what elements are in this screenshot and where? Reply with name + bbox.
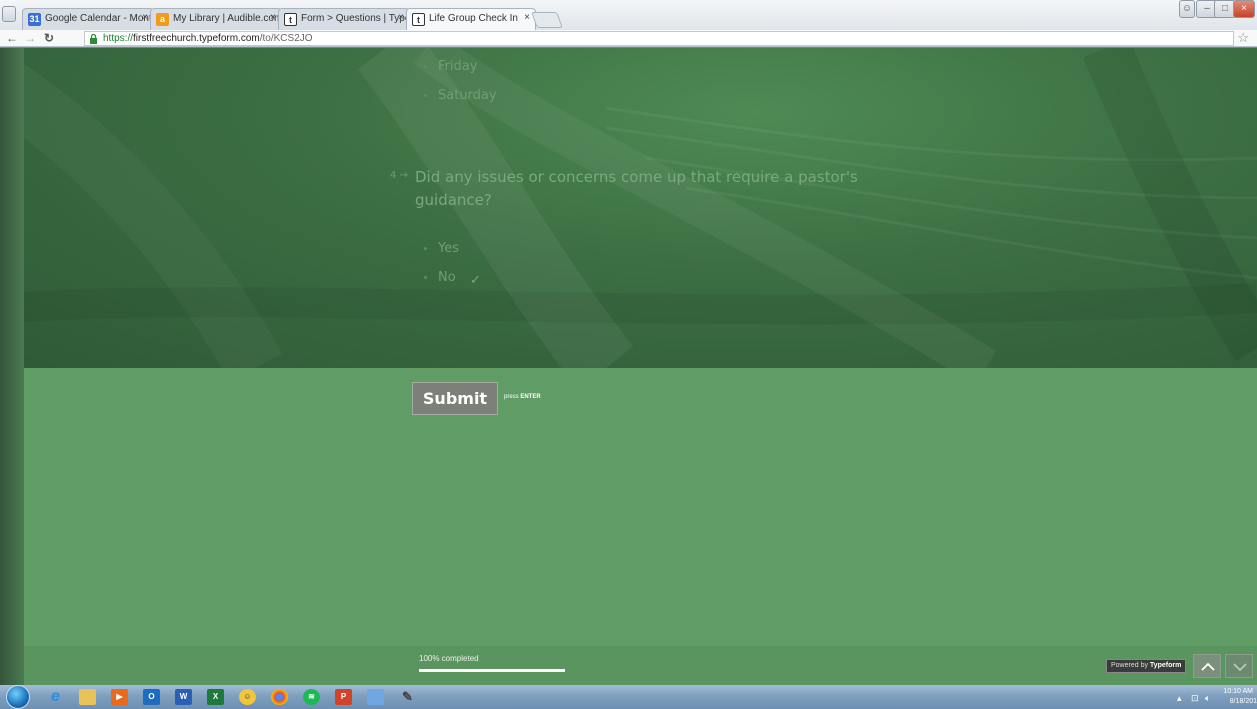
address-bar: ← → ↻ https://firstfreechurch.typeform.c… bbox=[0, 30, 1257, 47]
hint-key: ENTER bbox=[520, 394, 541, 400]
profile-icon[interactable]: ☺ bbox=[1179, 0, 1195, 18]
option-label: Friday bbox=[438, 59, 478, 74]
chevron-down-icon bbox=[1233, 663, 1247, 672]
left-edge-strip bbox=[0, 48, 24, 685]
lock-icon bbox=[90, 33, 97, 44]
bullet-icon bbox=[424, 247, 427, 250]
messenger-icon: ☺ bbox=[239, 689, 256, 705]
url-input[interactable]: https://firstfreechurch.typeform.com/to/… bbox=[84, 31, 1234, 46]
url-scheme: https:// bbox=[103, 33, 134, 44]
clock-date[interactable]: 8/18/201 bbox=[1230, 698, 1257, 705]
start-button[interactable] bbox=[6, 685, 30, 709]
question-number: 4 → bbox=[390, 170, 408, 181]
word-icon: W bbox=[175, 689, 192, 705]
taskbar-messenger[interactable]: ☺ bbox=[232, 687, 264, 707]
next-question-button[interactable] bbox=[1225, 654, 1253, 678]
taskbar-paint[interactable]: ✎ bbox=[392, 687, 424, 707]
close-icon[interactable]: × bbox=[524, 12, 530, 23]
taskbar-outlook[interactable]: O bbox=[136, 687, 168, 707]
tab-life-group-check-in[interactable]: t Life Group Check In × bbox=[406, 8, 536, 30]
explorer-icon bbox=[79, 689, 96, 705]
chrome-icon bbox=[271, 689, 288, 705]
excel-icon: X bbox=[207, 689, 224, 705]
previous-question-button[interactable] bbox=[1193, 654, 1221, 678]
typeform-icon: t bbox=[412, 13, 425, 26]
powerpoint-icon: P bbox=[335, 689, 352, 705]
hint-prefix: press bbox=[504, 394, 519, 400]
taskbar-word[interactable]: W bbox=[168, 687, 200, 707]
tab-label: Life Group Check In bbox=[429, 13, 518, 24]
option-friday[interactable]: Friday bbox=[424, 59, 478, 74]
calendar-icon: 31 bbox=[28, 13, 41, 26]
option-saturday[interactable]: Saturday bbox=[424, 88, 497, 103]
typeform-icon: t bbox=[284, 13, 297, 26]
close-icon[interactable]: × bbox=[142, 12, 148, 23]
network-icon[interactable]: ⊡ bbox=[1191, 693, 1199, 704]
media-player-icon: ▶ bbox=[111, 689, 128, 705]
powered-by-typeform-badge[interactable]: Powered by Typeform bbox=[1106, 659, 1187, 673]
tab-strip-menu-button[interactable] bbox=[2, 6, 16, 22]
ie-icon: e bbox=[51, 688, 60, 705]
close-window-button[interactable]: × bbox=[1233, 0, 1255, 18]
checkmark-icon: ✓ bbox=[470, 272, 481, 287]
chevron-up-icon bbox=[1201, 662, 1215, 671]
remote-desktop-icon bbox=[367, 689, 384, 705]
taskbar-media-player[interactable]: ▶ bbox=[104, 687, 136, 707]
browser-tab-strip: 31 Google Calendar - Month × a My Librar… bbox=[0, 0, 1257, 30]
audible-icon: a bbox=[156, 13, 169, 26]
submit-button[interactable]: Submit bbox=[412, 382, 498, 415]
close-icon[interactable]: × bbox=[398, 12, 404, 23]
option-yes[interactable]: Yes bbox=[424, 241, 459, 256]
progress-bar bbox=[419, 669, 565, 672]
progress-label: 100% completed bbox=[419, 654, 479, 663]
volume-icon[interactable]: 🔈︎ bbox=[1205, 693, 1210, 704]
typeform-page: Friday Saturday 4 → Did any issues or co… bbox=[0, 48, 1257, 685]
windows-taskbar: e ▶ O W X ☺ ≋ P ✎ ▴ ⊡ 🔈︎ 10:10 AM 8/18/2… bbox=[0, 685, 1257, 709]
tab-typeform-questions[interactable]: t Form > Questions | Typef × bbox=[278, 8, 410, 30]
bullet-icon bbox=[424, 94, 427, 97]
powered-prefix: Powered by bbox=[1111, 662, 1148, 669]
tray-expand-icon[interactable]: ▴ bbox=[1177, 693, 1182, 704]
url-host: firstfreechurch.typeform.com bbox=[133, 33, 260, 44]
question-text: Did any issues or concerns come up that … bbox=[415, 168, 858, 209]
system-tray: ▴ ⊡ 🔈︎ 10:10 AM 8/18/201 bbox=[1167, 685, 1257, 709]
url-path: /to/KCS2JO bbox=[259, 33, 313, 44]
taskbar-ie[interactable]: e bbox=[40, 687, 72, 707]
new-tab-button[interactable] bbox=[531, 12, 563, 28]
spotify-icon: ≋ bbox=[303, 689, 320, 705]
tab-label: Google Calendar - Month bbox=[45, 13, 154, 24]
press-enter-hint: press ENTER bbox=[504, 394, 541, 400]
tab-label: Form > Questions | Typef bbox=[301, 13, 410, 24]
reload-button[interactable]: ↻ bbox=[44, 30, 54, 46]
taskbar-spotify[interactable]: ≋ bbox=[296, 687, 328, 707]
taskbar-excel[interactable]: X bbox=[200, 687, 232, 707]
powered-brand: Typeform bbox=[1149, 662, 1182, 669]
bookmark-star-icon[interactable]: ☆ bbox=[1237, 30, 1249, 46]
form-footer: 100% completed Powered by Typeform bbox=[24, 646, 1257, 685]
forward-button[interactable]: → bbox=[24, 30, 36, 46]
option-label: No bbox=[438, 270, 456, 285]
progress-fill bbox=[419, 669, 565, 672]
taskbar-explorer[interactable] bbox=[72, 687, 104, 707]
outlook-icon: O bbox=[143, 689, 160, 705]
tab-google-calendar[interactable]: 31 Google Calendar - Month × bbox=[22, 8, 154, 30]
close-icon[interactable]: × bbox=[270, 12, 276, 23]
tab-audible-library[interactable]: a My Library | Audible.com × bbox=[150, 8, 282, 30]
option-label: Saturday bbox=[438, 88, 497, 103]
tab-label: My Library | Audible.com bbox=[173, 13, 282, 24]
taskbar-powerpoint[interactable]: P bbox=[328, 687, 360, 707]
taskbar-chrome[interactable] bbox=[264, 687, 296, 707]
bullet-icon bbox=[424, 65, 427, 68]
clock-time[interactable]: 10:10 AM bbox=[1223, 688, 1253, 695]
back-button[interactable]: ← bbox=[6, 30, 18, 46]
bullet-icon bbox=[424, 276, 427, 279]
paint-icon: ✎ bbox=[402, 689, 413, 704]
taskbar-remote-desktop[interactable] bbox=[360, 687, 392, 707]
option-label: Yes bbox=[438, 241, 459, 256]
option-no[interactable]: No bbox=[424, 270, 456, 285]
